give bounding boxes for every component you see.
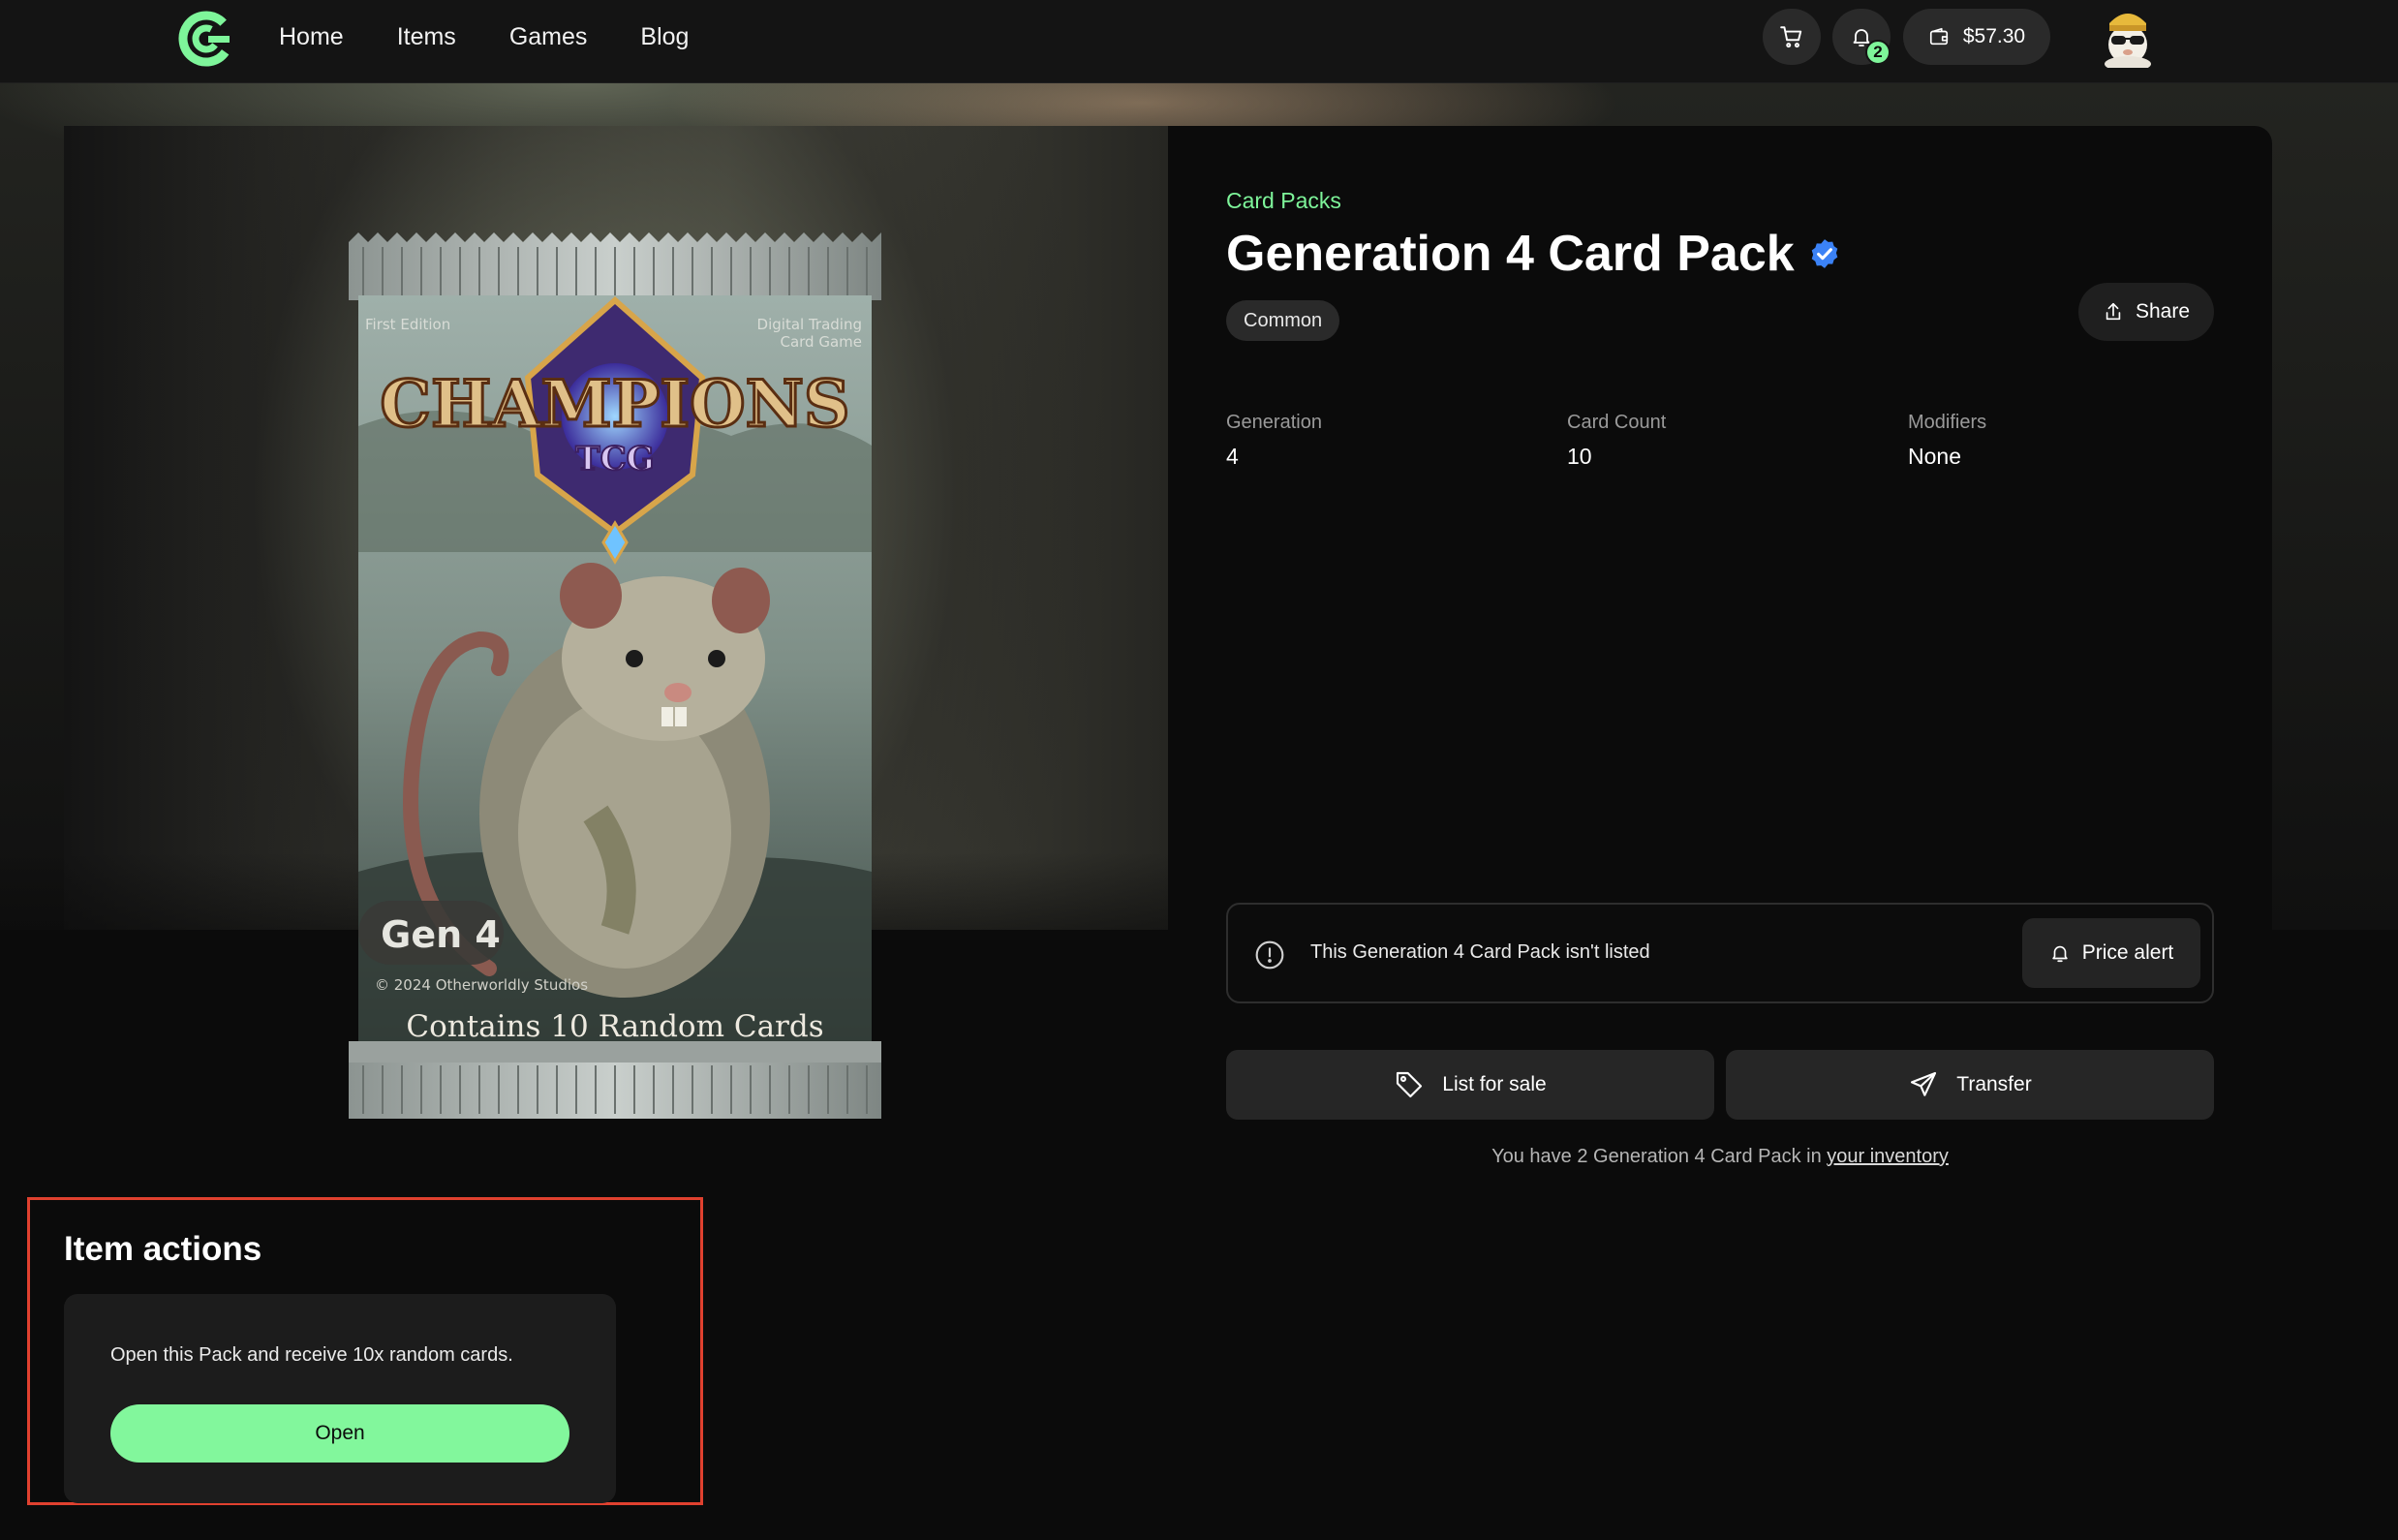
pack-edition: First Edition <box>365 316 450 333</box>
item-actions-title: Item actions <box>64 1230 262 1268</box>
bell-icon <box>2052 945 2068 963</box>
open-pack-description: Open this Pack and receive 10x random ca… <box>110 1344 513 1366</box>
inventory-note: You have 2 Generation 4 Card Pack in you… <box>1226 1146 2214 1168</box>
listing-status-text: This Generation 4 Card Pack isn't listed <box>1310 941 1650 963</box>
item-category-link[interactable]: Card Packs <box>1226 188 1341 214</box>
attribute-label: Modifiers <box>1908 412 1987 433</box>
nav-home[interactable]: Home <box>279 23 344 51</box>
attribute-value: 10 <box>1567 444 1592 469</box>
pack-logo-sub: TCG <box>575 440 654 478</box>
card-pack-image: CHAMPIONS TCG First Edition Digital Trad… <box>349 232 881 1119</box>
pack-copyright: © 2024 Otherworldly Studios <box>375 976 588 994</box>
info-icon <box>1255 940 1284 970</box>
item-attributes: Generation 4 Card Count 10 Modifiers Non… <box>1226 412 2253 470</box>
attribute-label: Card Count <box>1567 412 1667 433</box>
main-nav: Home Items Games Blog <box>279 0 742 74</box>
share-label: Share <box>2135 300 2191 323</box>
wallet-balance: $57.30 <box>1962 25 2026 47</box>
list-for-sale-button[interactable]: List for sale <box>1226 1050 1714 1120</box>
pack-game-type-2: Card Game <box>780 333 862 351</box>
pack-contents: Contains 10 Random Cards <box>406 1009 823 1044</box>
price-alert-button[interactable]: Price alert <box>2022 918 2200 988</box>
list-for-sale-label: List for sale <box>1442 1073 1547 1095</box>
open-pack-card: Open this Pack and receive 10x random ca… <box>64 1294 616 1503</box>
tag-icon <box>1397 1071 1423 1098</box>
attribute-card-count: Card Count 10 <box>1567 412 1908 470</box>
verified-badge-icon <box>1811 239 1838 268</box>
wallet-button[interactable]: $57.30 <box>1903 9 2050 65</box>
notification-badge: 2 <box>1865 40 1891 65</box>
attribute-value: None <box>1908 444 1961 469</box>
cart-icon <box>1780 26 1802 48</box>
pack-logo-main: CHAMPIONS <box>380 366 849 442</box>
attribute-label: Generation <box>1226 412 1322 433</box>
item-title: Generation 4 Card Pack <box>1226 225 1841 283</box>
open-pack-button[interactable]: Open <box>110 1404 569 1463</box>
item-title-text: Generation 4 Card Pack <box>1226 226 1795 282</box>
share-icon <box>2106 302 2121 321</box>
inventory-note-text: You have 2 Generation 4 Card Pack in <box>1491 1146 1828 1167</box>
send-icon <box>1911 1071 1937 1096</box>
top-header: Home Items Games Blog 2 $57.30 <box>0 0 2398 83</box>
share-button[interactable]: Share <box>2078 283 2214 341</box>
user-avatar[interactable] <box>2098 6 2158 68</box>
transfer-label: Transfer <box>1956 1073 2032 1095</box>
transfer-button[interactable]: Transfer <box>1726 1050 2214 1120</box>
item-page: Home Items Games Blog 2 $57.30 CHAMPIONS… <box>0 0 2398 1540</box>
notifications-button[interactable]: 2 <box>1832 9 1891 65</box>
attribute-value: 4 <box>1226 444 1239 469</box>
pack-gen-label: Gen 4 <box>381 913 501 956</box>
pack-game-type-1: Digital Trading <box>757 316 862 333</box>
nav-games[interactable]: Games <box>509 23 588 51</box>
inventory-link[interactable]: your inventory <box>1827 1146 1949 1167</box>
price-alert-label: Price alert <box>2081 941 2174 964</box>
nav-blog[interactable]: Blog <box>640 23 689 51</box>
attribute-modifiers: Modifiers None <box>1908 412 2249 470</box>
nav-items[interactable]: Items <box>397 23 456 51</box>
cart-button[interactable] <box>1763 9 1821 65</box>
wallet-icon <box>1929 27 1948 46</box>
site-logo-icon[interactable] <box>177 10 235 68</box>
rarity-badge: Common <box>1226 300 1340 341</box>
listing-status-box: This Generation 4 Card Pack isn't listed… <box>1226 903 2214 1003</box>
attribute-generation: Generation 4 <box>1226 412 1567 470</box>
